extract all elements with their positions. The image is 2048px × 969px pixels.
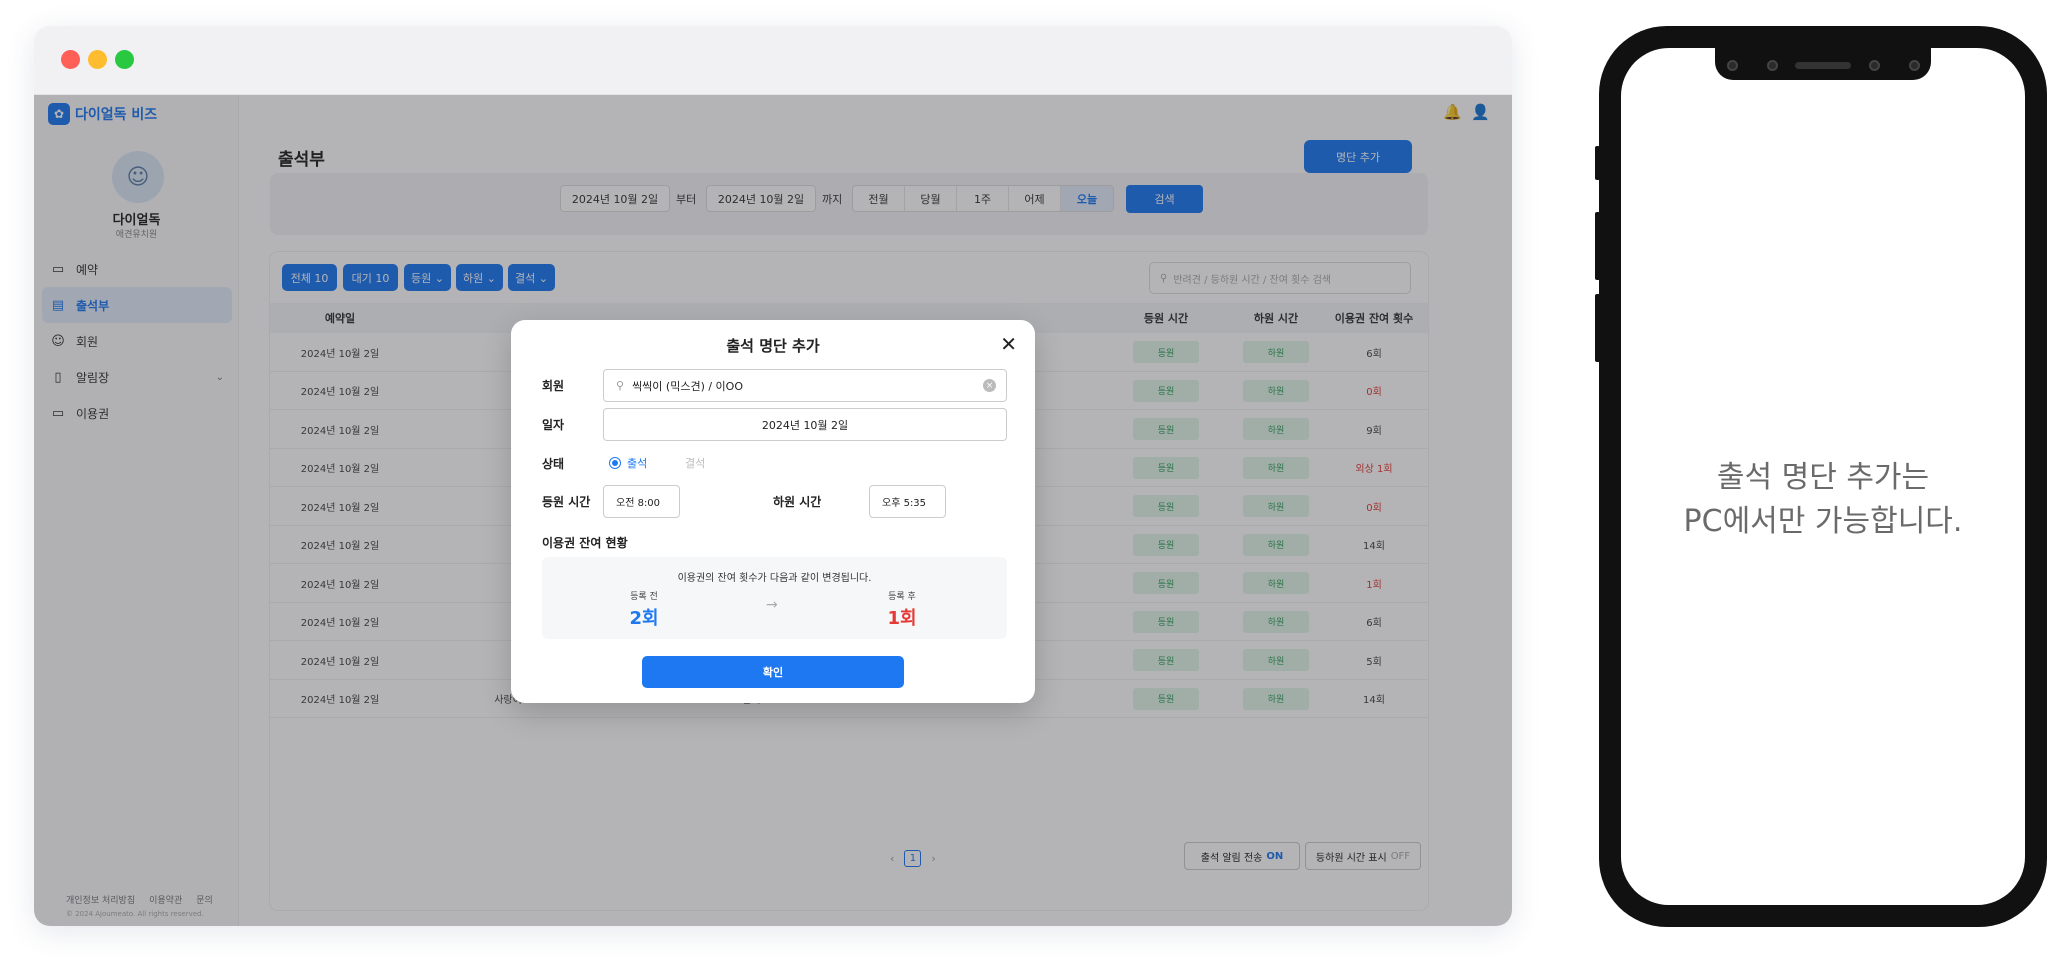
clear-icon[interactable]: ×	[983, 379, 996, 392]
phone-volume-down-button	[1595, 294, 1600, 362]
date-label: 일자	[542, 418, 565, 432]
status-label: 상태	[542, 457, 565, 471]
checkout-time-input[interactable]: 오후 5:35	[869, 485, 946, 518]
date-input[interactable]: 2024년 10월 2일	[603, 408, 1007, 441]
member-label: 회원	[542, 379, 565, 393]
after-count: 등록 후 1회	[842, 589, 962, 630]
checkout-label: 하원 시간	[773, 495, 822, 509]
pc-only-message-line: PC에서만 가능합니다.	[1683, 504, 1963, 539]
radio-label: 출석	[627, 457, 648, 470]
member-search-input[interactable]: ⚲ 씩씩이 (믹스견) / 이OO ×	[603, 369, 1007, 402]
after-value: 1회	[887, 608, 917, 629]
remaining-section-title: 이용권 잔여 현황	[542, 536, 628, 550]
checkin-label: 등원 시간	[542, 495, 591, 509]
radio-label: 결석	[685, 457, 706, 470]
before-label: 등록 전	[630, 592, 658, 602]
minimize-window-button[interactable]	[88, 50, 107, 69]
remaining-summary: 이용권의 잔여 횟수가 다음과 같이 변경됩니다. 등록 전 2회 → 등록 후…	[542, 557, 1007, 639]
close-window-button[interactable]	[61, 50, 80, 69]
camera-icon	[1909, 60, 1920, 71]
phone-screen: 출석 명단 추가는 PC에서만 가능합니다.	[1621, 48, 2025, 905]
before-count: 등록 전 2회	[584, 589, 704, 630]
status-radio-present[interactable]: 출석	[609, 455, 647, 471]
modal-title: 출석 명단 추가	[726, 337, 820, 355]
arrow-right-icon: →	[766, 597, 778, 613]
after-label: 등록 후	[888, 592, 916, 602]
radio-selected-icon	[609, 457, 621, 469]
checkin-time-input[interactable]: 오전 8:00	[603, 485, 680, 518]
phone-volume-up-button	[1595, 212, 1600, 280]
member-value: 씩씩이 (믹스견) / 이OO	[632, 379, 743, 393]
camera-icon	[1767, 60, 1778, 71]
pc-only-message-line: 출석 명단 추가는	[1716, 460, 1930, 495]
app-content: ✿ 다이얼독 비즈 ☺ 다이얼독 애견유치원 ▭ 예약 ▤ 출석부 ☺ 회원 ▯…	[34, 95, 1512, 926]
camera-icon	[1727, 60, 1738, 71]
window-titlebar	[34, 26, 1512, 95]
camera-icon	[1869, 60, 1880, 71]
confirm-button[interactable]: 확인	[642, 656, 904, 688]
speaker-grille	[1795, 62, 1851, 69]
close-icon[interactable]: ✕	[1000, 332, 1017, 356]
browser-window: ✿ 다이얼독 비즈 ☺ 다이얼독 애견유치원 ▭ 예약 ▤ 출석부 ☺ 회원 ▯…	[34, 26, 1512, 926]
add-attendance-modal: 출석 명단 추가 ✕ 회원 ⚲ 씩씩이 (믹스견) / 이OO × 일자 202…	[511, 320, 1035, 703]
pc-only-message: 출석 명단 추가는 PC에서만 가능합니다.	[1621, 456, 2025, 544]
maximize-window-button[interactable]	[115, 50, 134, 69]
phone-mute-button	[1595, 146, 1600, 180]
phone-mockup: 출석 명단 추가는 PC에서만 가능합니다.	[1595, 26, 2047, 927]
before-value: 2회	[629, 608, 659, 629]
phone-notch	[1715, 48, 1931, 80]
summary-message: 이용권의 잔여 횟수가 다음과 같이 변경됩니다.	[677, 573, 872, 584]
status-radio-absent[interactable]: 결석	[685, 455, 705, 471]
search-icon: ⚲	[616, 379, 625, 392]
